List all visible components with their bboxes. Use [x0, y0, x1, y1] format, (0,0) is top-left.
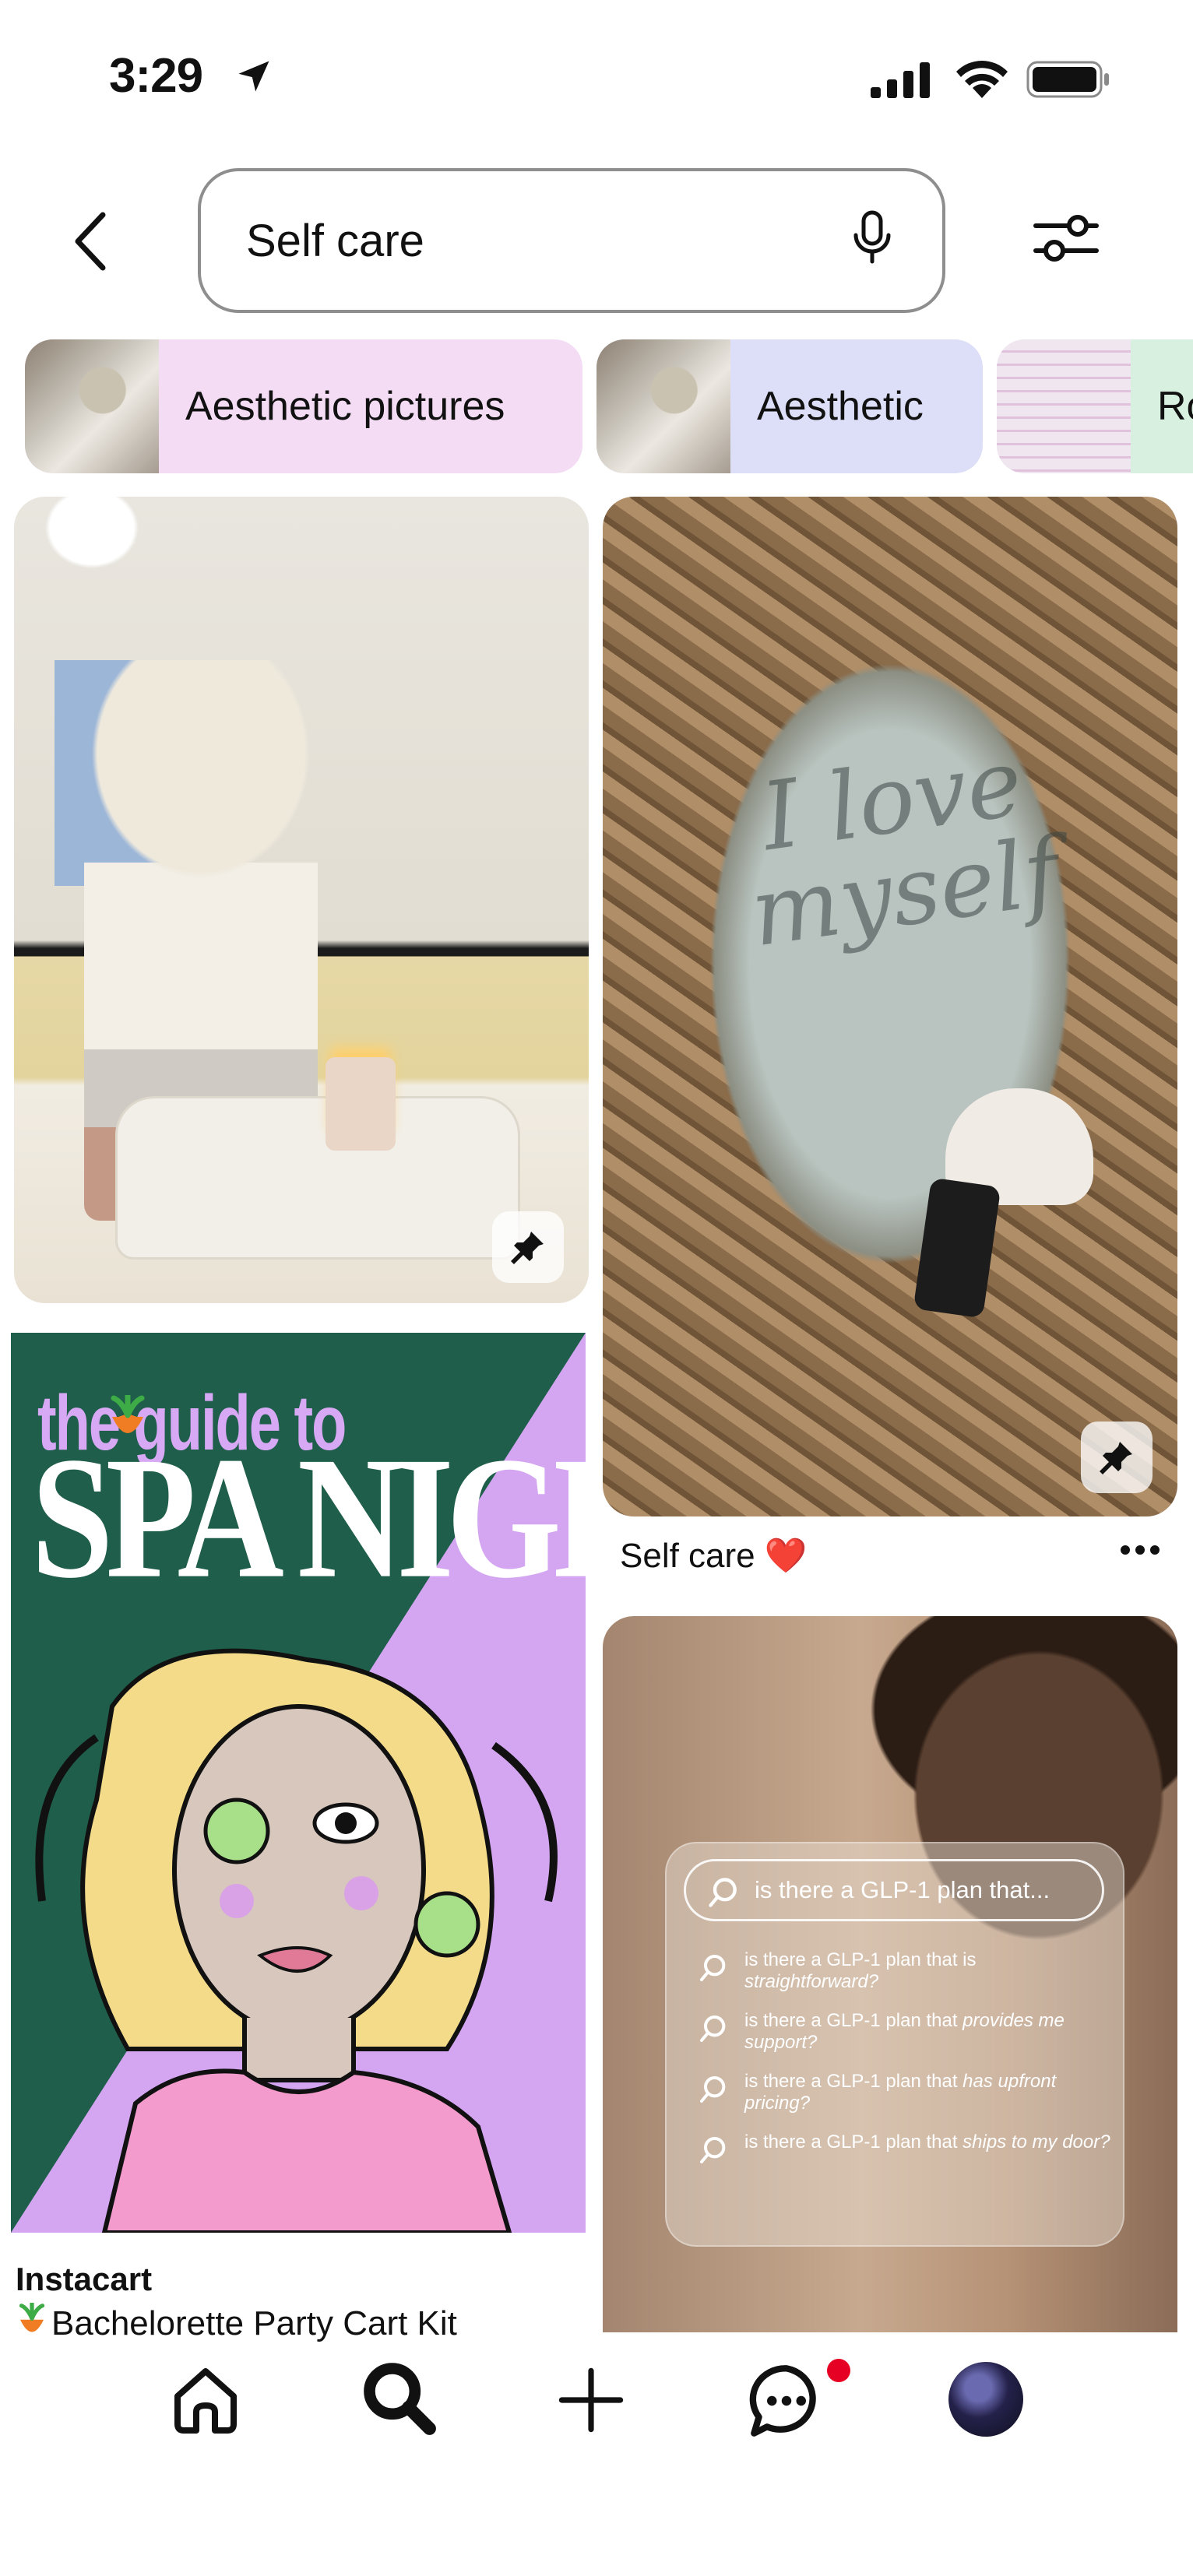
wifi-icon	[956, 61, 1008, 98]
chip-aesthetic-pictures[interactable]: Aesthetic pictures	[25, 339, 582, 473]
location-arrow-icon	[238, 61, 269, 92]
save-pin-button[interactable]	[1081, 1422, 1153, 1493]
glp-search-panel: is there a GLP-1 plan that... is there a…	[665, 1842, 1124, 2247]
battery-icon	[1026, 61, 1109, 98]
pin-source[interactable]: Instacart	[16, 2261, 152, 2298]
notification-dot	[827, 2359, 850, 2382]
pin-mirror-selfcare[interactable]: I love myself	[603, 497, 1177, 1516]
status-time: 3:29	[109, 49, 203, 103]
chip-thumbnail	[997, 339, 1131, 473]
chip-thumbnail	[596, 339, 730, 473]
search-icon	[700, 2076, 726, 2103]
pin-title[interactable]: Self care ❤️	[620, 1535, 808, 1576]
chip-aesthetic[interactable]: Aesthetic	[596, 339, 983, 473]
pin-title[interactable]: Bachelorette Party Cart Kit	[51, 2304, 457, 2343]
filter-sliders-icon[interactable]	[1033, 212, 1100, 265]
chip-label: Aesthetic pictures	[185, 384, 505, 429]
glp-search-bar: is there a GLP-1 plan that...	[684, 1859, 1104, 1921]
messages-icon[interactable]	[748, 2362, 825, 2440]
search-icon	[709, 1878, 737, 1907]
mirror-written-text: I love myself	[744, 728, 1066, 968]
search-icon[interactable]	[360, 2359, 438, 2437]
glp-search-text: is there a GLP-1 plan that...	[755, 1876, 1050, 1903]
pin-bathroom-selfcare[interactable]	[14, 497, 589, 1303]
pin-spa-night-ad[interactable]: the guide to SPA NIGHT	[11, 1333, 586, 2233]
chip-label: Aesthetic	[757, 384, 924, 429]
chip-label: Ro	[1157, 384, 1193, 429]
carrot-icon	[19, 2303, 45, 2332]
search-icon	[700, 2137, 726, 2163]
glp-suggestion: is there a GLP-1 plan that provides me s…	[744, 2010, 1065, 2053]
glp-suggestion: is there a GLP-1 plan that has upfront p…	[744, 2071, 1057, 2114]
search-icon	[700, 2015, 726, 2042]
search-query-text[interactable]: Self care	[246, 215, 424, 267]
cellular-signal-icon	[871, 62, 930, 98]
glp-suggestion: is there a GLP-1 plan that ships to my d…	[744, 2131, 1110, 2153]
pin-image-phone	[913, 1177, 1001, 1319]
pin-icon	[511, 1232, 544, 1264]
home-icon[interactable]	[168, 2362, 243, 2437]
pin-image-sink	[115, 1096, 520, 1260]
pin-icon	[1100, 1442, 1132, 1474]
create-plus-icon[interactable]	[558, 2367, 625, 2434]
pin-glp1-ad[interactable]: is there a GLP-1 plan that... is there a…	[603, 1616, 1177, 2332]
profile-avatar[interactable]	[948, 2362, 1023, 2437]
chip-ro[interactable]: Ro	[997, 339, 1193, 473]
spa-headline-big: SPA NIGHT	[31, 1422, 586, 1615]
glp-suggestion: is there a GLP-1 plan that is straightfo…	[744, 1949, 977, 1992]
microphone-icon[interactable]	[850, 210, 894, 265]
chip-thumbnail	[25, 339, 159, 473]
pin-image-candle	[326, 1057, 396, 1151]
back-chevron-icon[interactable]	[72, 210, 109, 272]
search-icon	[700, 1955, 726, 1981]
spa-woman-illustration	[35, 1648, 558, 2233]
ellipsis-icon[interactable]	[1120, 1545, 1160, 1555]
save-pin-button[interactable]	[492, 1211, 564, 1283]
